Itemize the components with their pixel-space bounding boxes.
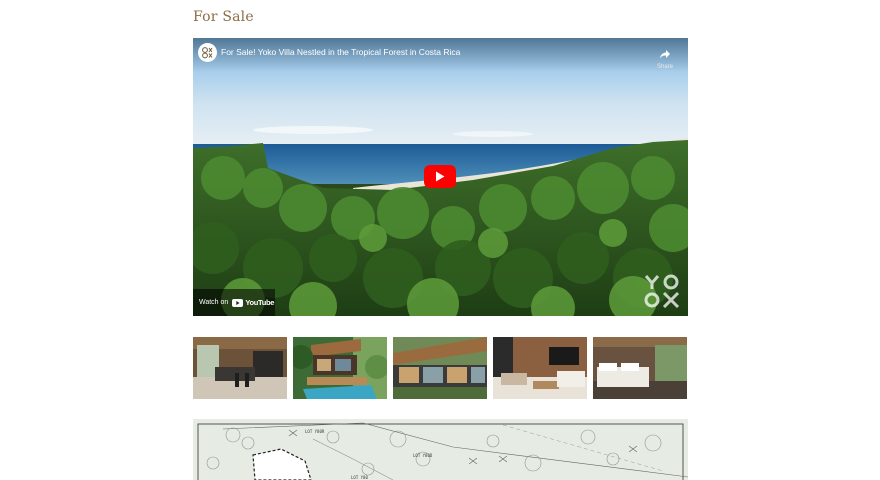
- yoko-logo-icon: [644, 274, 680, 308]
- share-icon: [660, 50, 670, 59]
- thumbnail-facade[interactable]: [393, 337, 487, 399]
- video-title[interactable]: For Sale! Yoko Villa Nestled in the Trop…: [221, 47, 460, 57]
- thumbnail-living-room[interactable]: [493, 337, 587, 399]
- youtube-label: YouTube: [245, 298, 275, 307]
- lot-label: LOT Y80D: [413, 453, 433, 458]
- youtube-icon: [232, 298, 244, 307]
- share-label: Share: [656, 64, 673, 70]
- video-player[interactable]: For Sale! Yoko Villa Nestled in the Trop…: [193, 38, 688, 316]
- channel-logo-icon[interactable]: [198, 43, 217, 62]
- watch-on-youtube-button[interactable]: Watch on YouTube: [193, 289, 275, 316]
- youtube-logo: YouTube: [232, 298, 274, 307]
- watch-on-label: Watch on: [199, 299, 229, 306]
- thumbnail-kitchen[interactable]: [193, 337, 287, 399]
- play-icon: [436, 171, 445, 182]
- site-plan-map[interactable]: LOT Y80R LOT Y80D LOT Y80: [193, 419, 688, 480]
- play-button[interactable]: [424, 165, 456, 188]
- thumbnail-bedroom[interactable]: [593, 337, 687, 399]
- thumbnail-gallery: [193, 337, 688, 399]
- lot-label: LOT Y80: [351, 475, 368, 480]
- thumbnail-pool-deck[interactable]: [293, 337, 387, 399]
- section-title: For Sale: [193, 9, 254, 25]
- share-button[interactable]: Share: [654, 44, 676, 70]
- lot-label: LOT Y80R: [305, 429, 325, 434]
- site-plan-drawing: LOT Y80R LOT Y80D LOT Y80: [197, 422, 688, 480]
